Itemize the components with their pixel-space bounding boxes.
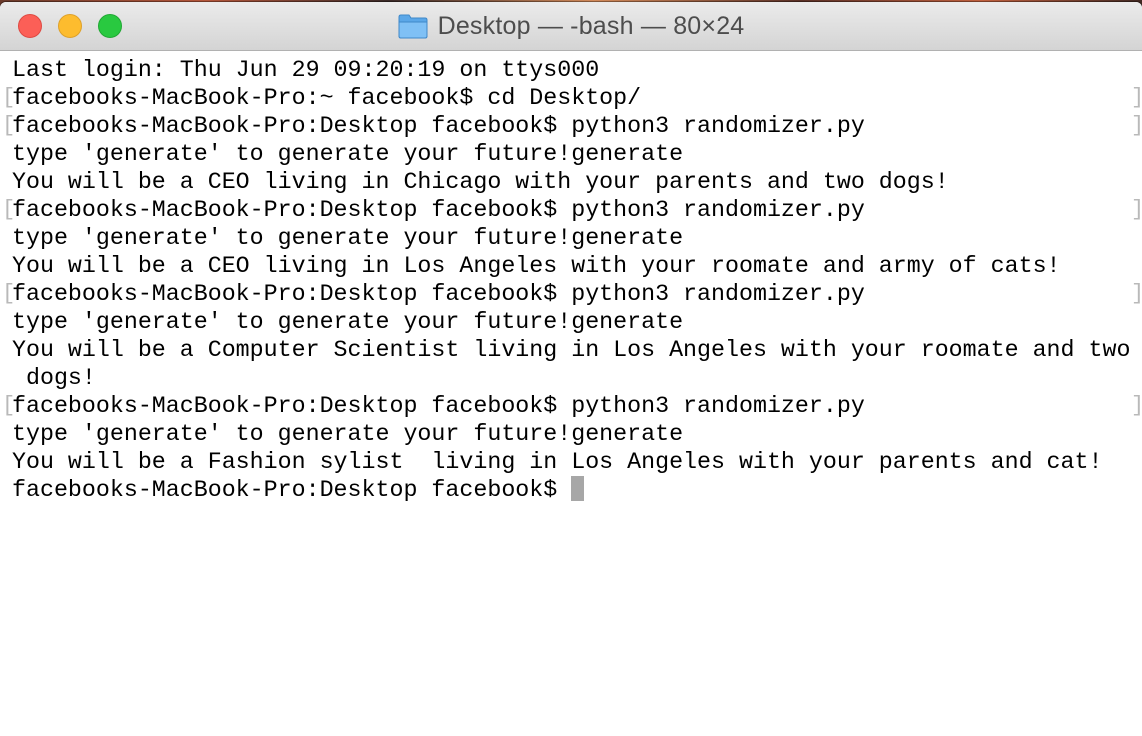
- terminal-line: [facebooks-MacBook-Pro:Desktop facebook$…: [2, 196, 1142, 224]
- terminal-line: You will be a Computer Scientist living …: [12, 336, 1142, 364]
- terminal-line: You will be a CEO living in Chicago with…: [12, 168, 1142, 196]
- line-mark-left: [: [2, 281, 16, 306]
- line-mark-right: ]: [1131, 199, 1142, 221]
- terminal-line-text: You will be a Fashion sylist living in L…: [12, 449, 1103, 475]
- text-cursor: [571, 476, 585, 501]
- terminal-line: You will be a CEO living in Los Angeles …: [12, 252, 1142, 280]
- terminal-line-text: type 'generate' to generate your future!…: [12, 309, 684, 335]
- line-mark-left: [: [2, 113, 16, 138]
- terminal-line-text: facebooks-MacBook-Pro:Desktop facebook$ …: [12, 393, 865, 419]
- line-mark-left: [: [2, 197, 16, 222]
- terminal-window: Desktop — -bash — 80×24 Last login: Thu …: [0, 2, 1142, 736]
- terminal-line: dogs!: [12, 364, 1142, 392]
- line-mark-left: [: [2, 85, 16, 110]
- terminal-line: [facebooks-MacBook-Pro:Desktop facebook$…: [2, 112, 1142, 140]
- terminal-line: type 'generate' to generate your future!…: [12, 308, 1142, 336]
- prompt-line[interactable]: facebooks-MacBook-Pro:Desktop facebook$: [12, 476, 1142, 504]
- folder-icon: [398, 13, 428, 39]
- line-mark-left: [: [2, 393, 16, 418]
- terminal-line: type 'generate' to generate your future!…: [12, 140, 1142, 168]
- terminal-line-text: You will be a Computer Scientist living …: [12, 337, 1131, 363]
- terminal-line: [facebooks-MacBook-Pro:Desktop facebook$…: [2, 392, 1142, 420]
- title-bar[interactable]: Desktop — -bash — 80×24: [0, 2, 1142, 51]
- terminal-line-text: You will be a CEO living in Chicago with…: [12, 169, 949, 195]
- prompt-text: facebooks-MacBook-Pro:Desktop facebook$: [12, 477, 572, 503]
- terminal-line: Last login: Thu Jun 29 09:20:19 on ttys0…: [12, 56, 1142, 84]
- terminal-line: type 'generate' to generate your future!…: [12, 224, 1142, 252]
- terminal-line: [facebooks-MacBook-Pro:~ facebook$ cd De…: [2, 84, 1142, 112]
- terminal-line-text: dogs!: [12, 365, 96, 391]
- terminal-line: type 'generate' to generate your future!…: [12, 420, 1142, 448]
- window-title-wrap: Desktop — -bash — 80×24: [0, 2, 1142, 50]
- terminal-output[interactable]: Last login: Thu Jun 29 09:20:19 on ttys0…: [0, 51, 1142, 736]
- line-mark-right: ]: [1131, 87, 1142, 109]
- terminal-line-text: facebooks-MacBook-Pro:Desktop facebook$ …: [12, 281, 865, 307]
- terminal-line-text: facebooks-MacBook-Pro:Desktop facebook$ …: [12, 113, 865, 139]
- terminal-line: [facebooks-MacBook-Pro:Desktop facebook$…: [2, 280, 1142, 308]
- terminal-line-text: type 'generate' to generate your future!…: [12, 141, 684, 167]
- terminal-line: You will be a Fashion sylist living in L…: [12, 448, 1142, 476]
- terminal-line-text: facebooks-MacBook-Pro:Desktop facebook$ …: [12, 197, 865, 223]
- line-mark-right: ]: [1131, 283, 1142, 305]
- terminal-line-text: type 'generate' to generate your future!…: [12, 421, 684, 447]
- line-mark-right: ]: [1131, 115, 1142, 137]
- line-mark-right: ]: [1131, 395, 1142, 417]
- terminal-line-text: facebooks-MacBook-Pro:~ facebook$ cd Des…: [12, 85, 642, 111]
- terminal-line-text: Last login: Thu Jun 29 09:20:19 on ttys0…: [12, 57, 600, 83]
- terminal-line-text: You will be a CEO living in Los Angeles …: [12, 253, 1061, 279]
- terminal-line-text: type 'generate' to generate your future!…: [12, 225, 684, 251]
- window-title: Desktop — -bash — 80×24: [437, 11, 745, 40]
